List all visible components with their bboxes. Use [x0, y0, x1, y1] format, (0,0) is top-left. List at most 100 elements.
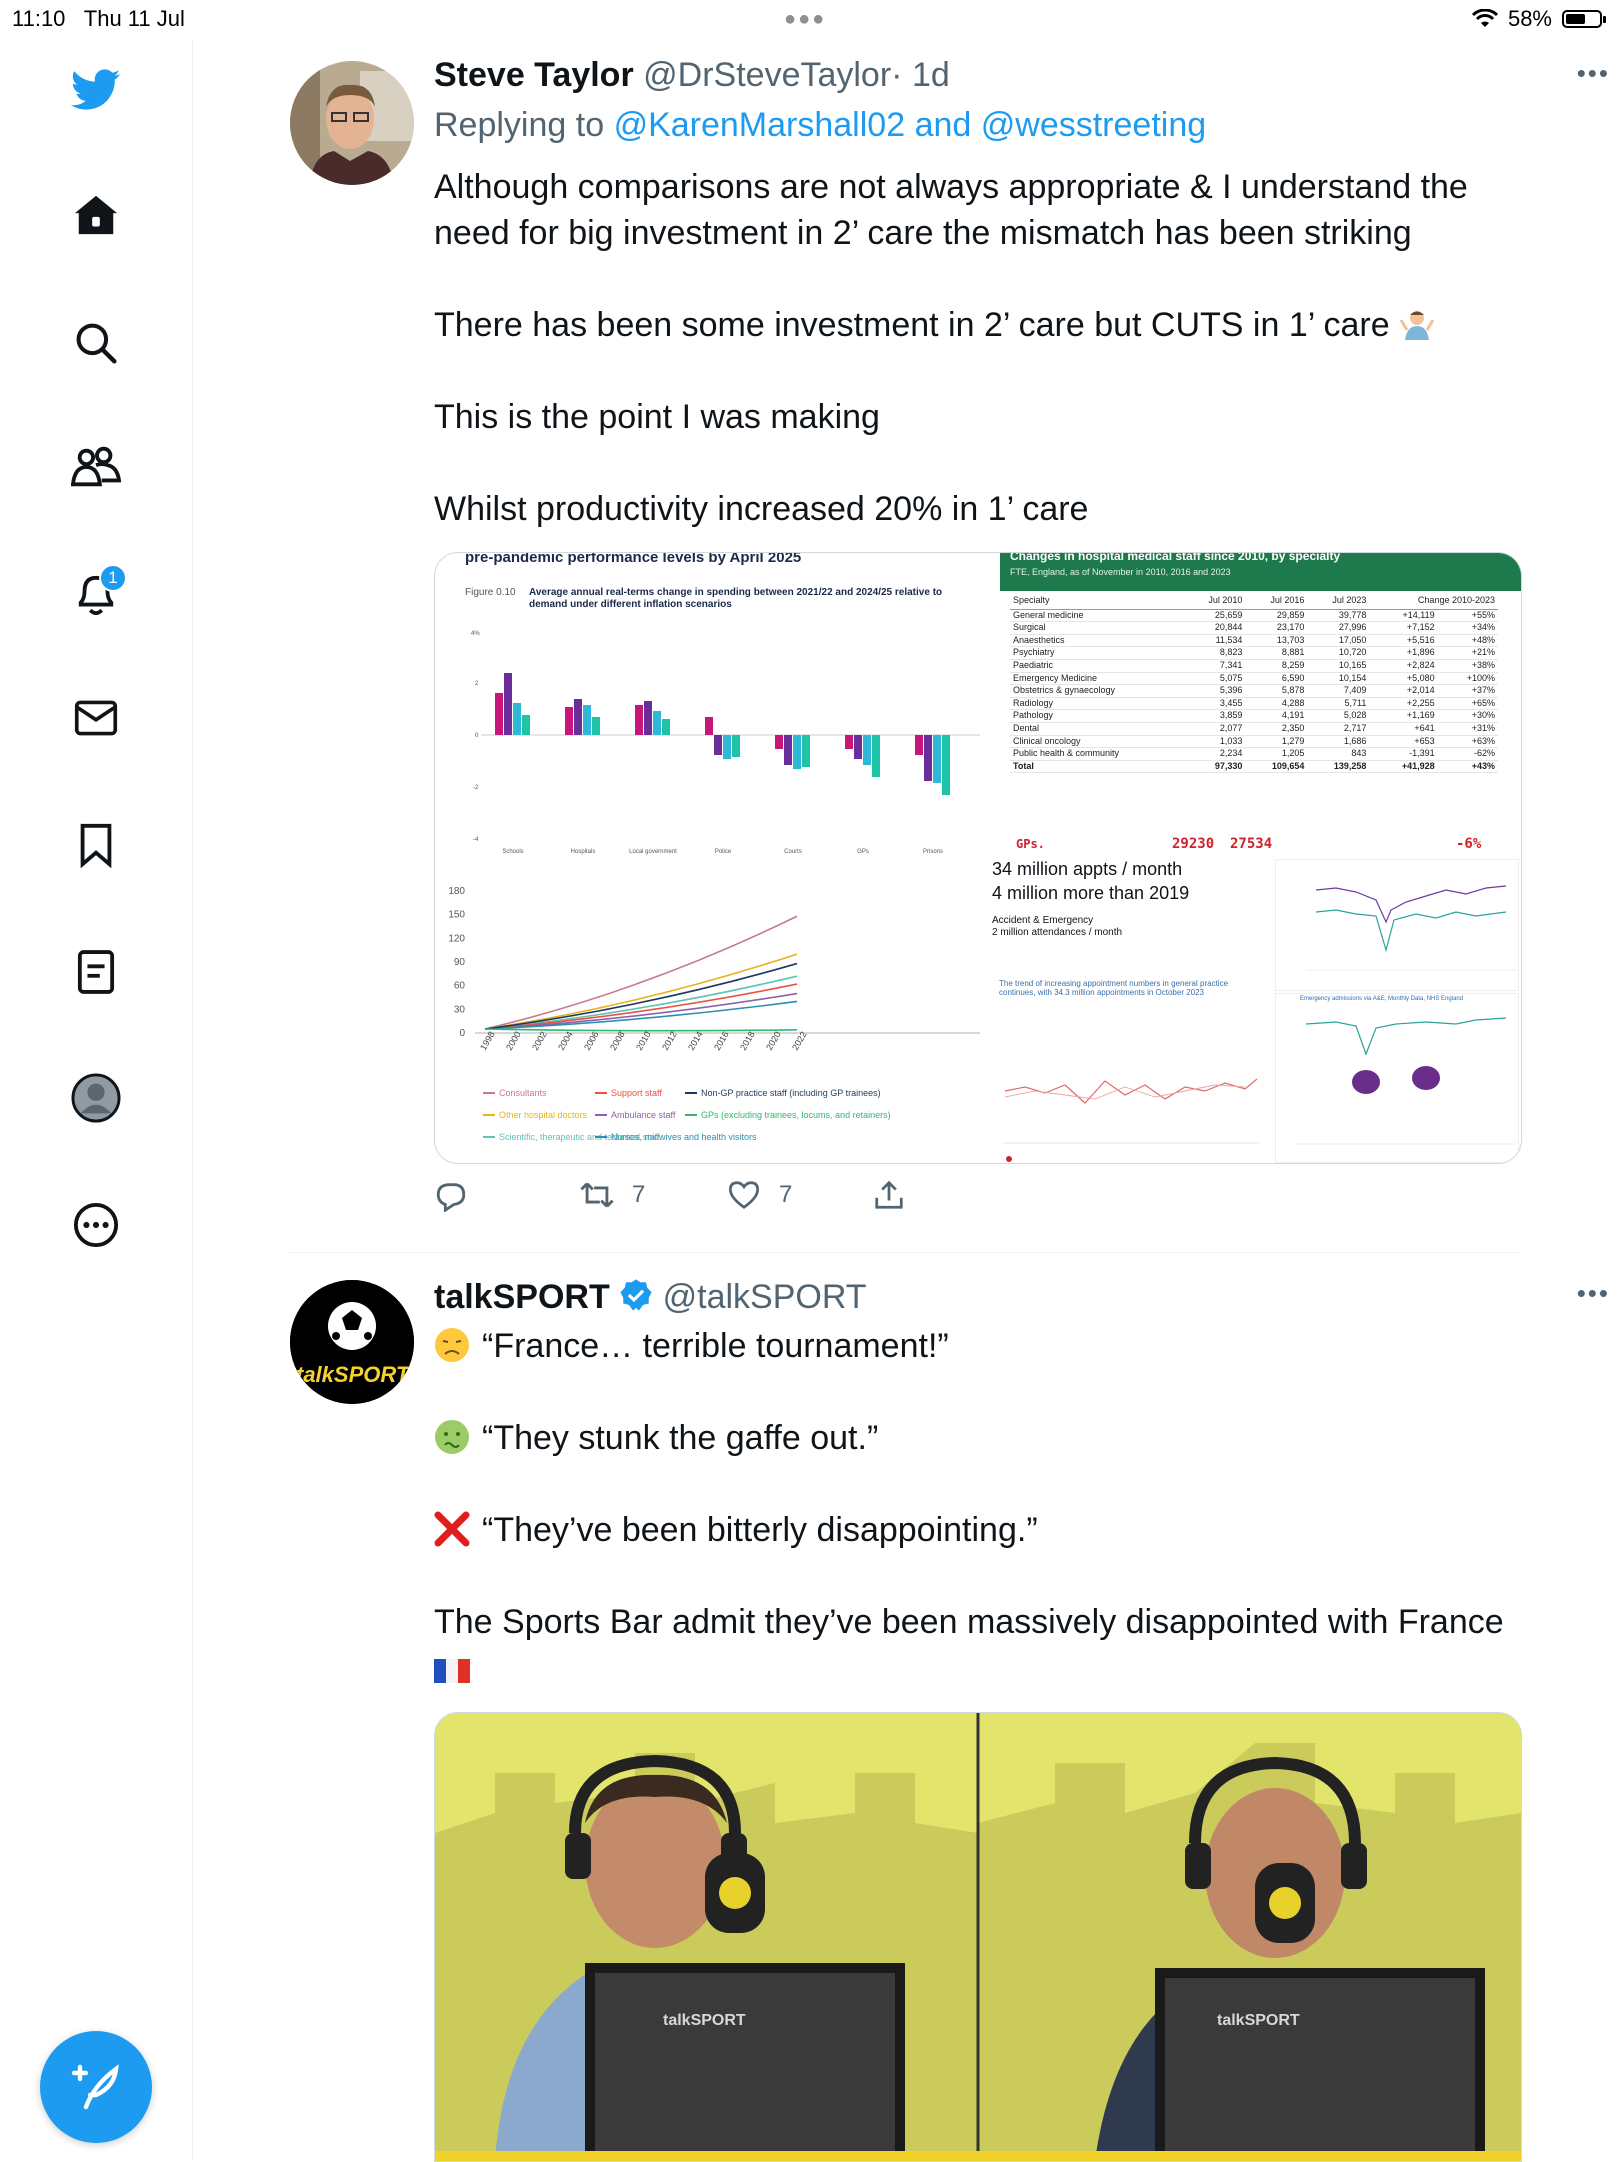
- reply-user-link[interactable]: @KarenMarshall02: [614, 106, 906, 144]
- bar-category-label: Courts: [784, 849, 802, 855]
- disappointed-face-emoji-icon: [434, 1327, 470, 1363]
- legend-label: Support staff: [611, 1088, 662, 1098]
- table-cell: Surgical: [1010, 621, 1184, 635]
- table-cell: 10,165: [1307, 659, 1370, 673]
- table-cell: 23,170: [1245, 621, 1308, 635]
- table-row: Surgical 20,844 23,170 27,996 +7,152 +34%: [1010, 621, 1498, 635]
- author-name[interactable]: Steve Taylor: [434, 56, 634, 94]
- reply-user-link[interactable]: @wesstreeting: [981, 106, 1206, 144]
- table-cell: 13,703: [1245, 634, 1308, 648]
- table-cell: +2,255: [1369, 697, 1438, 711]
- table-row: Obstetrics & gynaecology 5,396 5,878 7,409 +…: [1010, 684, 1498, 698]
- appts-line: 4 million more than 2019: [992, 883, 1190, 903]
- retweet-button[interactable]: 7: [580, 1180, 645, 1210]
- table-cell: 4,191: [1245, 709, 1308, 723]
- cross-mark-emoji-icon: [434, 1511, 470, 1547]
- emergency-admissions-chart: Emergency admissions via A&E, Monthly Da…: [1275, 993, 1519, 1163]
- appts-mini-chart: [1306, 885, 1516, 971]
- table-cell: +43%: [1437, 759, 1498, 774]
- multitasking-dots[interactable]: ●●●: [784, 8, 826, 31]
- table-cell: 2,077: [1183, 722, 1246, 736]
- lists-icon[interactable]: [71, 947, 121, 997]
- notifications-bell-icon[interactable]: 1: [71, 564, 127, 620]
- table-row: General medicine 25,659 29,859 39,778 +14,11…: [1010, 609, 1498, 623]
- bar-mark: [583, 705, 591, 735]
- table-row: Pathology 3,859 4,191 5,028 +1,169 +30%: [1010, 709, 1498, 723]
- bookmarks-icon[interactable]: [71, 820, 121, 870]
- table-cell: 8,259: [1245, 659, 1308, 673]
- tweet-paragraph: There has been some investment in 2’ car…: [434, 302, 1524, 348]
- more-options-icon[interactable]: [71, 1200, 121, 1250]
- bar-mark: [565, 707, 573, 735]
- bar-category-label: Schools: [502, 849, 523, 855]
- tweet-divider: [290, 1252, 1522, 1253]
- table-cell: 7,341: [1183, 659, 1246, 673]
- table-cell: +30%: [1437, 709, 1498, 723]
- avatar-steve-taylor[interactable]: [290, 61, 414, 185]
- bar-ytick-label: 2: [475, 681, 479, 687]
- table-cell: +1,169: [1369, 709, 1438, 723]
- bar-ytick-label: 0: [475, 733, 479, 739]
- tweet-time[interactable]: · 1d: [891, 56, 950, 94]
- avatar-talksport[interactable]: talkSPORT: [290, 1280, 414, 1404]
- table-header-cell: Jul 2010: [1183, 593, 1246, 610]
- explore-search-icon[interactable]: [71, 318, 121, 368]
- retweet-icon: [580, 1182, 614, 1208]
- emergency-mini-chart: [1296, 1017, 1516, 1145]
- table-cell: Obstetrics & gynaecology: [1010, 684, 1184, 698]
- battery-percent: 58%: [1507, 6, 1552, 31]
- bar-ytick-label: -4: [473, 837, 479, 843]
- bar-mark: [863, 735, 871, 765]
- tweet-video-thumbnail[interactable]: talkSPORT talkSPORT: [434, 1712, 1522, 2162]
- table-row: Anaesthetics 11,534 13,703 17,050 +5,516 +48%: [1010, 634, 1498, 648]
- line-ytick-label: 0: [459, 1028, 465, 1039]
- bar-mark: [784, 735, 792, 765]
- table-cell: 1,279: [1245, 735, 1308, 749]
- feather-plus-icon: [71, 2064, 119, 2110]
- tweet-paragraph: This is the point I was making: [434, 398, 880, 436]
- table-cell: General medicine: [1010, 609, 1184, 623]
- table-row: Paediatric 7,341 8,259 10,165 +2,824 +38%: [1010, 659, 1498, 673]
- home-icon[interactable]: [71, 190, 121, 240]
- table-cell: +100%: [1437, 672, 1498, 686]
- tweet-more-icon[interactable]: •••: [1577, 58, 1610, 89]
- author-handle[interactable]: @DrSteveTaylor: [643, 56, 891, 94]
- table-cell: 8,823: [1183, 646, 1246, 660]
- table-cell: 1,205: [1245, 747, 1308, 761]
- table-cell: 2,350: [1245, 722, 1308, 736]
- bar-mark: [705, 717, 713, 735]
- bar-mark: [653, 711, 661, 735]
- profile-avatar-icon[interactable]: [71, 1073, 121, 1123]
- compose-tweet-button[interactable]: [40, 2031, 152, 2143]
- bar-mark: [635, 705, 643, 735]
- tweet-paragraph: Whilst productivity increased 20% in 1’ …: [434, 490, 1089, 528]
- table-cell: 6,590: [1245, 672, 1308, 686]
- twitter-logo-icon[interactable]: [71, 65, 121, 115]
- tweet-more-icon[interactable]: •••: [1577, 1278, 1610, 1309]
- like-button[interactable]: 7: [727, 1180, 792, 1210]
- table-cell: 10,154: [1307, 672, 1370, 686]
- bar-mark: [775, 735, 783, 749]
- table-cell: +63%: [1437, 735, 1498, 749]
- table-header-cell: Jul 2016: [1245, 593, 1308, 610]
- messages-envelope-icon[interactable]: [71, 693, 121, 743]
- table-cell: 3,455: [1183, 697, 1246, 711]
- tweet-media-image[interactable]: pre-pandemic performance levels by April…: [434, 552, 1522, 1164]
- retweet-count: 7: [632, 1181, 646, 1208]
- video-frame: talkSPORT talkSPORT: [435, 1713, 1521, 2161]
- status-bar: 11:10 Thu 11 Jul ●●● 58%: [0, 0, 1620, 40]
- handwritten-value: 29230: [1172, 836, 1215, 852]
- bar-category-label: Local government: [629, 849, 677, 855]
- author-handle[interactable]: @talkSPORT: [663, 1278, 867, 1316]
- table-cell: +5,516: [1369, 634, 1438, 648]
- communities-icon[interactable]: [71, 442, 121, 492]
- table-cell: 97,330: [1183, 759, 1246, 774]
- share-button[interactable]: [874, 1180, 904, 1210]
- table-header-cell: Change 2010-2023: [1369, 593, 1498, 610]
- tweet-paragraph: The Sports Bar admit they’ve been massiv…: [434, 1599, 1524, 1691]
- reply-button[interactable]: [434, 1180, 468, 1212]
- author-name[interactable]: talkSPORT: [434, 1278, 610, 1316]
- line-ytick-label: 180: [448, 886, 465, 897]
- reply-icon: [436, 1183, 466, 1212]
- reply-and[interactable]: and: [915, 106, 972, 144]
